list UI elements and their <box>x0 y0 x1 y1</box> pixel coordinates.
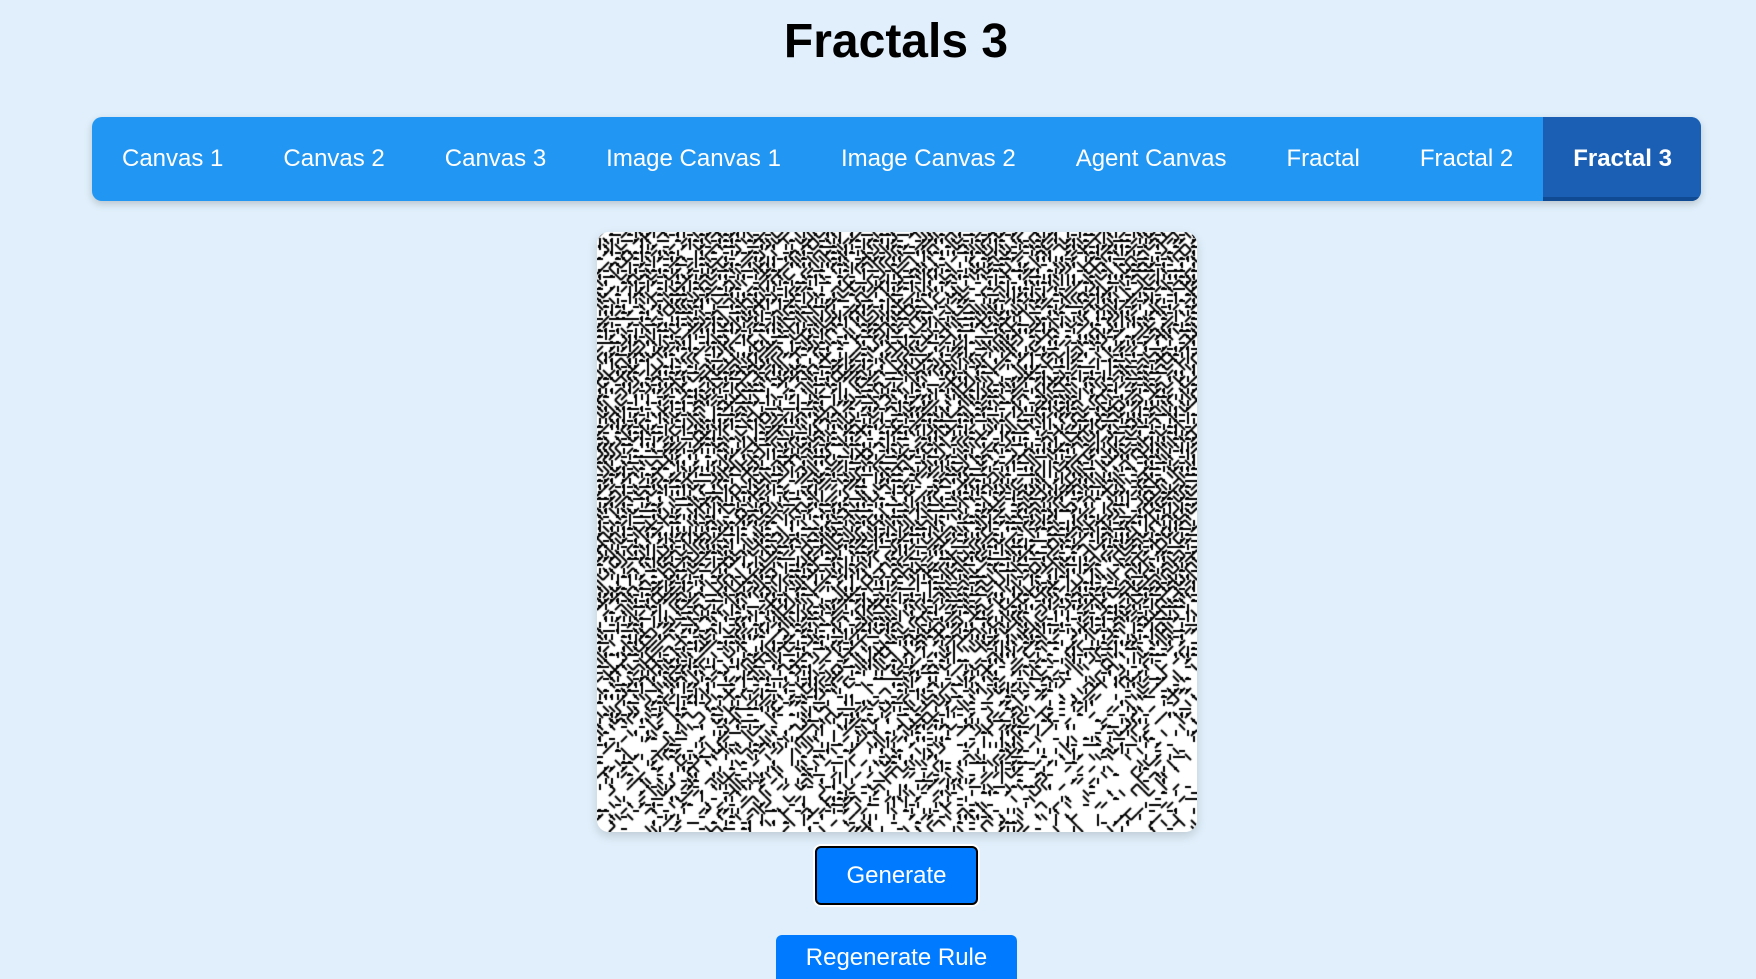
fractal-canvas[interactable] <box>597 232 1197 832</box>
tab-canvas-1[interactable]: Canvas 1 <box>92 117 253 201</box>
tab-fractal-3[interactable]: Fractal 3 <box>1543 117 1701 201</box>
tab-agent-canvas[interactable]: Agent Canvas <box>1046 117 1257 201</box>
page: Fractals 3 Canvas 1 Canvas 2 Canvas 3 Im… <box>0 0 1756 979</box>
tab-image-canvas-1[interactable]: Image Canvas 1 <box>576 117 811 201</box>
regenerate-rule-button[interactable]: Regenerate Rule <box>776 935 1017 979</box>
tab-fractal-2[interactable]: Fractal 2 <box>1390 117 1543 201</box>
tab-canvas-2[interactable]: Canvas 2 <box>253 117 414 201</box>
tab-navigation: Canvas 1 Canvas 2 Canvas 3 Image Canvas … <box>92 117 1701 201</box>
tab-fractal[interactable]: Fractal <box>1256 117 1389 201</box>
page-title: Fractals 3 <box>783 15 1009 68</box>
fractal-canvas-container <box>597 232 1197 832</box>
tab-image-canvas-2[interactable]: Image Canvas 2 <box>811 117 1046 201</box>
generate-button[interactable]: Generate <box>815 846 978 905</box>
tab-canvas-3[interactable]: Canvas 3 <box>415 117 576 201</box>
